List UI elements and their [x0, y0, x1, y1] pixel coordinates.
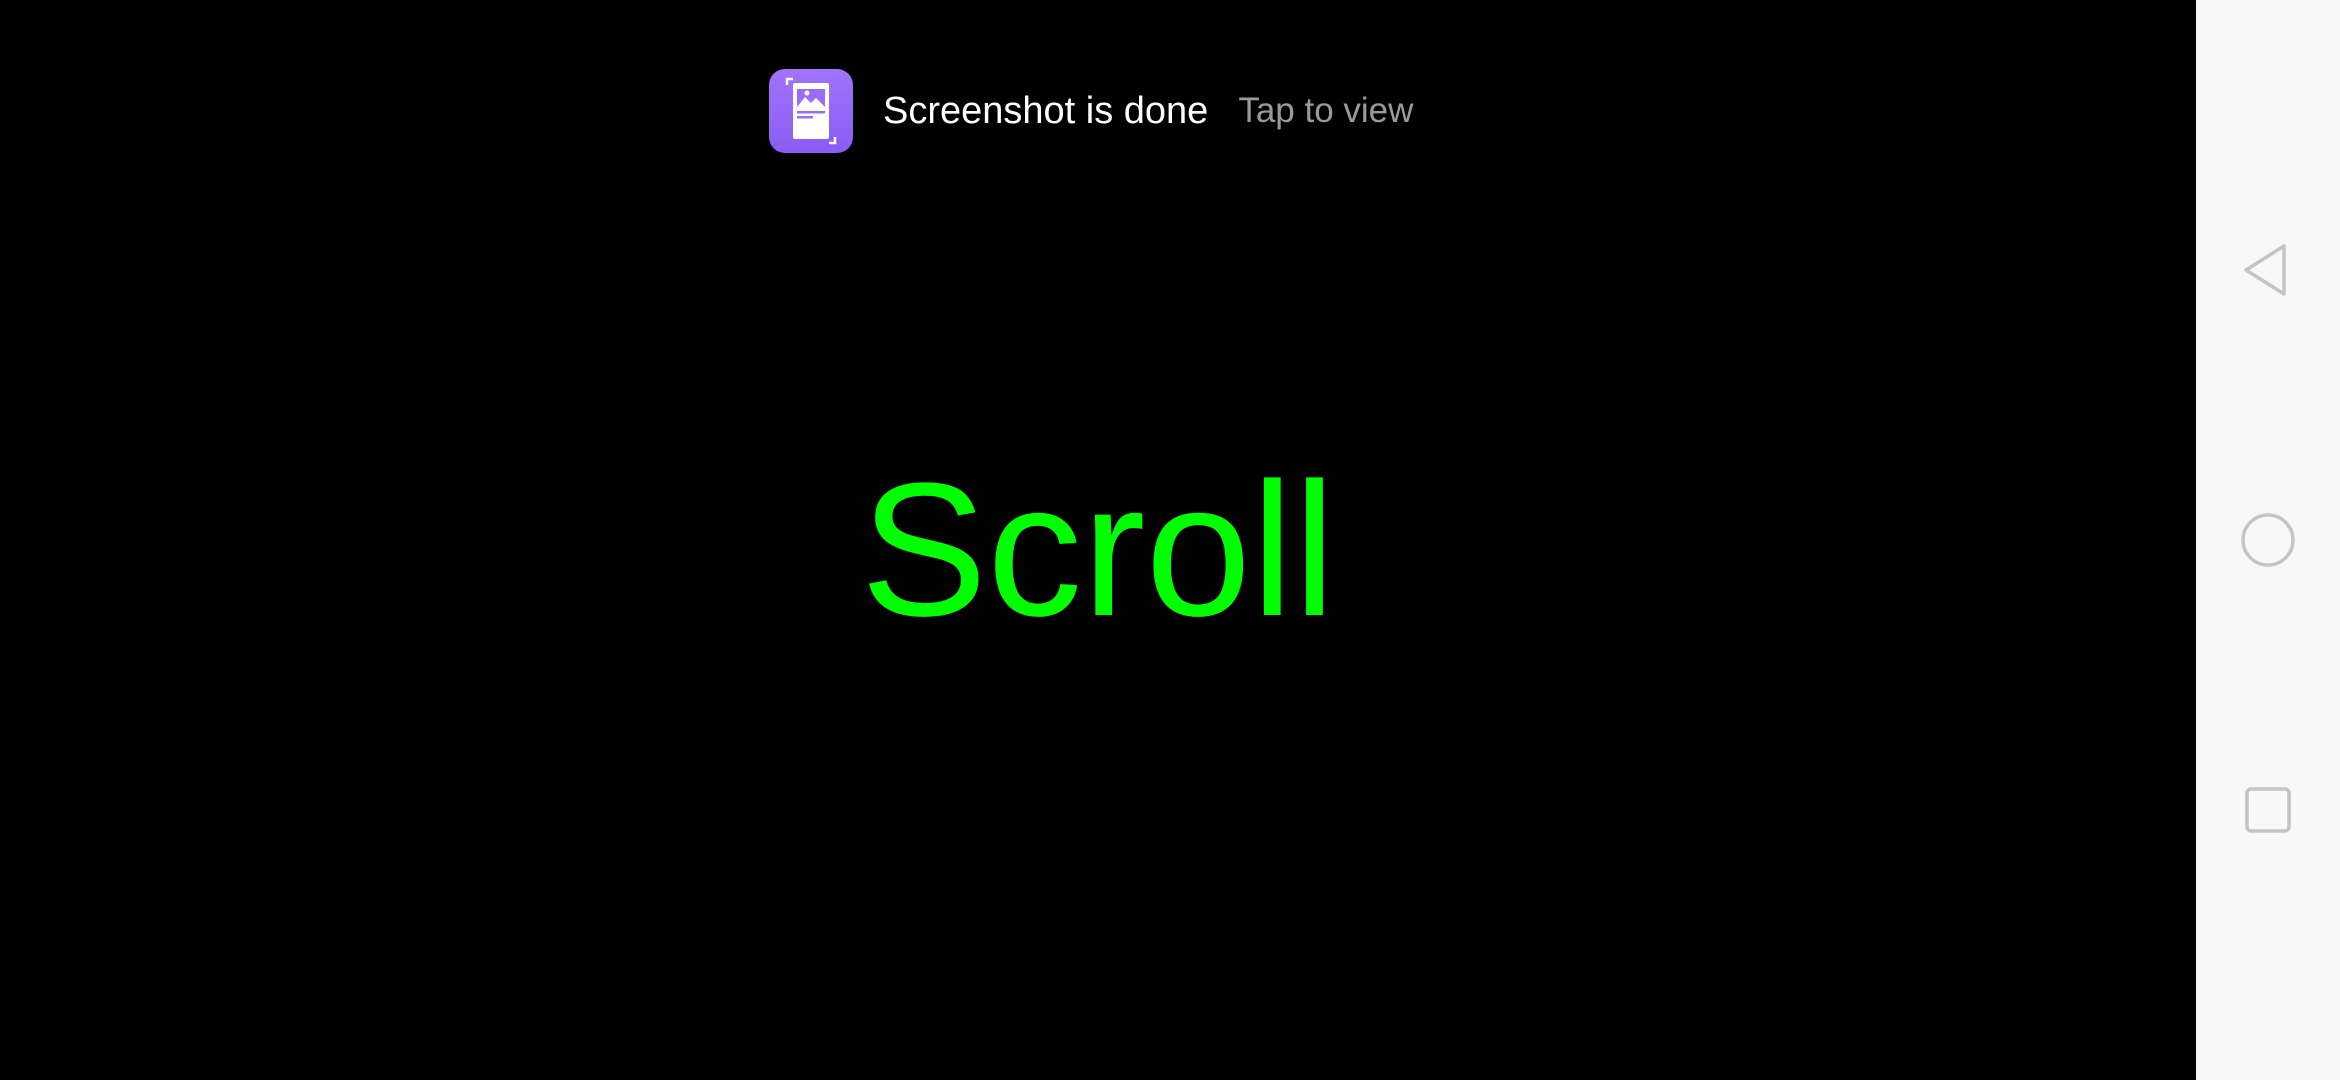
toast-tap-to-view-link[interactable]: Tap to view: [1238, 91, 1413, 131]
screenshot-toast[interactable]: Screenshot is done Tap to view: [769, 69, 1413, 153]
recents-button[interactable]: [2218, 760, 2318, 860]
toast-title: Screenshot is done: [883, 89, 1209, 132]
scroll-label: Scroll: [860, 444, 1336, 656]
app-content[interactable]: Screenshot is done Tap to view Scroll: [0, 0, 2196, 1080]
home-button[interactable]: [2218, 490, 2318, 590]
screen: Screenshot is done Tap to view Scroll: [0, 0, 2340, 1080]
navigation-bar: [2196, 0, 2340, 1080]
home-circle-icon: [2241, 513, 2295, 567]
back-button[interactable]: [2218, 220, 2318, 320]
back-triangle-icon: [2244, 244, 2286, 296]
screenshot-gallery-icon: [769, 69, 853, 153]
recents-square-icon: [2245, 787, 2291, 833]
